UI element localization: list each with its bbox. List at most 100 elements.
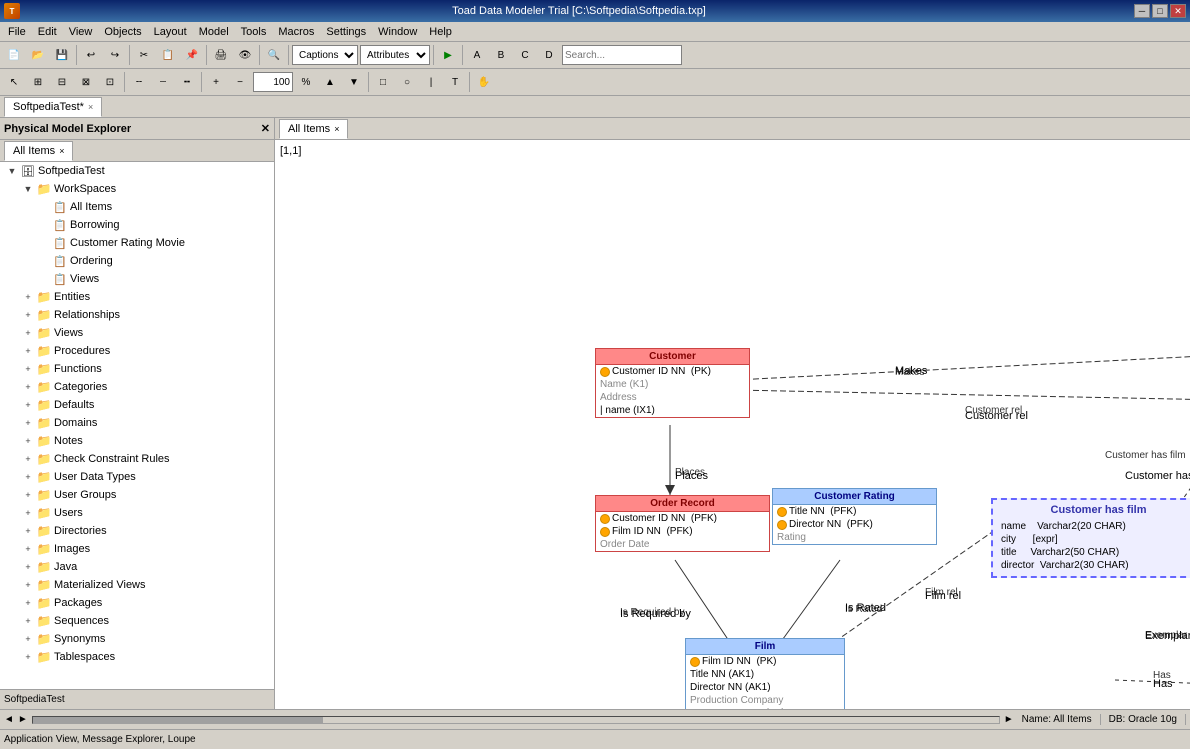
save-button[interactable]: 💾: [51, 44, 73, 66]
sidebar-close-button[interactable]: ✕: [261, 122, 270, 135]
close-button[interactable]: ✕: [1170, 4, 1186, 18]
scroll-right2-btn[interactable]: ►: [1004, 714, 1014, 725]
model-tab[interactable]: SoftpediaTest* ×: [4, 97, 102, 117]
zoom-down[interactable]: ▼: [343, 71, 365, 93]
shape-rect[interactable]: □: [372, 71, 394, 93]
btn-d[interactable]: D: [538, 44, 560, 66]
tree-workspaces[interactable]: ▼ 📁 WorkSpaces: [0, 180, 274, 198]
search-input[interactable]: [562, 45, 682, 65]
zoom-in-button[interactable]: +: [205, 71, 227, 93]
btn-b[interactable]: B: [490, 44, 512, 66]
shape-oval[interactable]: ○: [396, 71, 418, 93]
minimize-button[interactable]: ─: [1134, 4, 1150, 18]
tree-ws-ordering[interactable]: 📋 Ordering: [0, 252, 274, 270]
tree-tablespaces[interactable]: + 📁 Tablespaces: [0, 648, 274, 666]
usr-expand[interactable]: +: [20, 505, 36, 521]
notes-expand[interactable]: +: [20, 433, 36, 449]
tree-domains[interactable]: + 📁 Domains: [0, 414, 274, 432]
hand-tool[interactable]: ✋: [473, 71, 495, 93]
menu-tools[interactable]: Tools: [235, 24, 273, 40]
tree-users[interactable]: + 📁 Users: [0, 504, 274, 522]
tree-ws-views[interactable]: 📋 Views: [0, 270, 274, 288]
entity-order-record[interactable]: Order Record Customer ID NN (PFK) Film I…: [595, 495, 770, 552]
menu-settings[interactable]: Settings: [320, 24, 372, 40]
open-button[interactable]: 📂: [27, 44, 49, 66]
cut-button[interactable]: ✂: [133, 44, 155, 66]
java-expand[interactable]: +: [20, 559, 36, 575]
tool-4[interactable]: ⊠: [75, 71, 97, 93]
tree-relationships[interactable]: + 📁 Relationships: [0, 306, 274, 324]
window-controls[interactable]: ─ □ ✕: [1134, 4, 1186, 18]
run-button[interactable]: ▶: [437, 44, 459, 66]
preview-button[interactable]: 👁: [234, 44, 256, 66]
tree-java[interactable]: + 📁 Java: [0, 558, 274, 576]
btn-a[interactable]: A: [466, 44, 488, 66]
tree-synonyms[interactable]: + 📁 Synonyms: [0, 630, 274, 648]
tree-directories[interactable]: + 📁 Directories: [0, 522, 274, 540]
scroll-right-btn[interactable]: ►: [18, 714, 28, 725]
tree-check-constraint[interactable]: + 📁 Check Constraint Rules: [0, 450, 274, 468]
syn-expand[interactable]: +: [20, 631, 36, 647]
ent-expand[interactable]: +: [20, 289, 36, 305]
maximize-button[interactable]: □: [1152, 4, 1168, 18]
undo-button[interactable]: ↩: [80, 44, 102, 66]
entity-customer-has-film[interactable]: Customer has film name Varchar2(20 CHAR)…: [991, 498, 1190, 578]
shape-text[interactable]: T: [444, 71, 466, 93]
menu-help[interactable]: Help: [423, 24, 458, 40]
tree-packages[interactable]: + 📁 Packages: [0, 594, 274, 612]
menu-layout[interactable]: Layout: [148, 24, 193, 40]
func-expand[interactable]: +: [20, 361, 36, 377]
tree-ws-allitems[interactable]: 📋 All Items: [0, 198, 274, 216]
entity-customer[interactable]: Customer Customer ID NN (PK) Name (K1) A…: [595, 348, 750, 418]
dom-expand[interactable]: +: [20, 415, 36, 431]
paste-button[interactable]: 📌: [181, 44, 203, 66]
menu-file[interactable]: File: [2, 24, 32, 40]
tree-images[interactable]: + 📁 Images: [0, 540, 274, 558]
ts-expand[interactable]: +: [20, 649, 36, 665]
tree-sequences[interactable]: + 📁 Sequences: [0, 612, 274, 630]
mv-expand[interactable]: +: [20, 577, 36, 593]
attributes-select[interactable]: Attributes Keys only None: [360, 45, 430, 65]
sidebar-tab-allitems[interactable]: All Items ×: [4, 141, 73, 161]
tree-functions[interactable]: + 📁 Functions: [0, 360, 274, 378]
tool-7[interactable]: ┄: [152, 71, 174, 93]
zoom-up[interactable]: ▲: [319, 71, 341, 93]
seq-expand[interactable]: +: [20, 613, 36, 629]
cat-expand[interactable]: +: [20, 379, 36, 395]
tool-3[interactable]: ⊟: [51, 71, 73, 93]
tree-ws-crm[interactable]: 📋 Customer Rating Movie: [0, 234, 274, 252]
entity-film[interactable]: Film Film ID NN (PK) Title NN (AK1) Dire…: [685, 638, 845, 709]
sidebar-tab-close[interactable]: ×: [59, 146, 64, 156]
udt-expand[interactable]: +: [20, 469, 36, 485]
tree-notes[interactable]: + 📁 Notes: [0, 432, 274, 450]
scroll-left-btn[interactable]: ◄: [4, 714, 14, 725]
tool-5[interactable]: ⊡: [99, 71, 121, 93]
views-expand[interactable]: +: [20, 325, 36, 341]
entity-customer-rating[interactable]: Customer Rating Title NN (PFK) Director …: [772, 488, 937, 545]
canvas-tab-allitems[interactable]: All Items ×: [279, 119, 348, 139]
img-expand[interactable]: +: [20, 541, 36, 557]
rel-expand[interactable]: +: [20, 307, 36, 323]
find-button[interactable]: 🔍: [263, 44, 285, 66]
ug-expand[interactable]: +: [20, 487, 36, 503]
pkg-expand[interactable]: +: [20, 595, 36, 611]
menu-model[interactable]: Model: [193, 24, 235, 40]
tree-user-data-types[interactable]: + 📁 User Data Types: [0, 468, 274, 486]
new-button[interactable]: 📄: [3, 44, 25, 66]
tool-6[interactable]: ╌: [128, 71, 150, 93]
copy-button[interactable]: 📋: [157, 44, 179, 66]
zoom-input[interactable]: [253, 72, 293, 92]
canvas-scroll-area[interactable]: [1,1] [2,1] Makes Customer rel Places: [275, 140, 1190, 709]
tree-root[interactable]: ▼ 🗄 SoftpediaTest: [0, 162, 274, 180]
redo-button[interactable]: ↪: [104, 44, 126, 66]
ws-expand[interactable]: ▼: [20, 181, 36, 197]
tool-2[interactable]: ⊞: [27, 71, 49, 93]
hscrollbar-thumb[interactable]: [33, 717, 323, 723]
tree-views[interactable]: + 📁 Views: [0, 324, 274, 342]
tree-procedures[interactable]: + 📁 Procedures: [0, 342, 274, 360]
zoom-out-button[interactable]: −: [229, 71, 251, 93]
tree-entities[interactable]: + 📁 Entities: [0, 288, 274, 306]
menu-window[interactable]: Window: [372, 24, 423, 40]
tree-matviews[interactable]: + 📁 Materialized Views: [0, 576, 274, 594]
tool-8[interactable]: ╍: [176, 71, 198, 93]
